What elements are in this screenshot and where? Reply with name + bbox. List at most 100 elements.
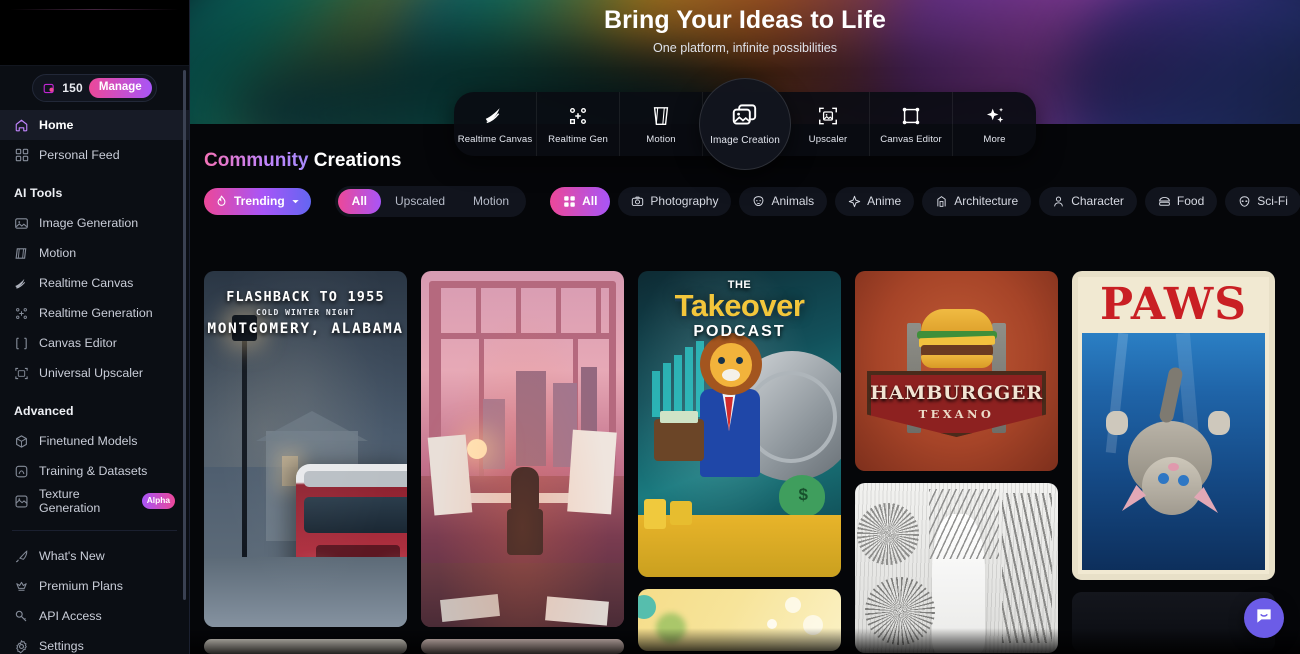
- category-architecture[interactable]: Architecture: [922, 187, 1032, 216]
- gallery-column: HAMBURGGER TEXANO: [855, 271, 1058, 654]
- gallery-column: [421, 271, 624, 654]
- sidebar-item-label: Home: [39, 118, 74, 132]
- category-photography[interactable]: Photography: [618, 187, 732, 216]
- card-montgomery-bus[interactable]: FLASHBACK TO 1955 COLD WINTER NIGHT MONT…: [204, 271, 407, 627]
- card-caption-line: PODCAST: [693, 322, 786, 340]
- card-caption-line: COLD WINTER NIGHT: [256, 308, 355, 317]
- sidebar-top-accent-line: [10, 9, 179, 10]
- category-all[interactable]: All: [550, 187, 611, 216]
- brush-icon: [14, 276, 29, 291]
- tool-label: Motion: [646, 134, 676, 145]
- card-paws-poster[interactable]: PAWS: [1072, 271, 1275, 580]
- sidebar-item-realtime-generation[interactable]: Realtime Generation: [0, 298, 189, 328]
- tool-canvas-editor[interactable]: Canvas Editor: [870, 92, 953, 156]
- cube-icon: [14, 434, 29, 449]
- tool-label: More: [983, 134, 1006, 145]
- type-filter-upscaled[interactable]: Upscaled: [381, 189, 459, 214]
- realtime-gen-icon: [567, 103, 589, 129]
- category-label: Sci-Fi: [1257, 194, 1288, 208]
- anime-star-icon: [848, 195, 861, 208]
- credits-pill[interactable]: 150 Manage: [32, 73, 157, 103]
- sidebar-item-label: Premium Plans: [39, 579, 124, 593]
- home-icon: [14, 118, 29, 133]
- tool-realtime-gen[interactable]: Realtime Gen: [537, 92, 620, 156]
- sidebar-item-image-generation[interactable]: Image Generation: [0, 208, 189, 238]
- tool-label: Image Creation: [710, 135, 780, 146]
- community-gallery[interactable]: FLASHBACK TO 1955 COLD WINTER NIGHT MONT…: [204, 271, 1300, 654]
- type-filter-motion[interactable]: Motion: [459, 189, 523, 214]
- grid-icon: [14, 148, 29, 163]
- sidebar-item-whats-new[interactable]: What's New: [0, 541, 189, 571]
- sidebar-item-home[interactable]: Home: [0, 110, 189, 140]
- card-caption-line: TEXANO: [918, 407, 995, 421]
- card-night-sky[interactable]: [204, 638, 407, 654]
- dataset-icon: [14, 464, 29, 479]
- sidebar-item-motion[interactable]: Motion: [0, 238, 189, 268]
- upscale-icon: [14, 366, 29, 381]
- type-filter-group: All Upscaled Motion: [334, 186, 527, 217]
- sidebar-scroll-area[interactable]: Home Personal Feed AI Tools Image Genera…: [0, 110, 189, 654]
- tool-motion[interactable]: Motion: [620, 92, 703, 156]
- category-anime[interactable]: Anime: [835, 187, 915, 216]
- sort-dropdown-trending[interactable]: Trending: [204, 188, 311, 215]
- card-red-curtain[interactable]: [421, 638, 624, 654]
- tool-switcher: Realtime Canvas Realtime Gen Motion Imag…: [454, 78, 1036, 170]
- sidebar-item-api-access[interactable]: API Access: [0, 601, 189, 631]
- tool-image-creation[interactable]: Image Creation: [699, 78, 791, 170]
- tool-realtime-canvas[interactable]: Realtime Canvas: [454, 92, 537, 156]
- sidebar-item-texture-generation[interactable]: Texture Generation Alpha: [0, 486, 189, 516]
- sidebar-item-label: Realtime Canvas: [39, 276, 134, 290]
- category-label: All: [582, 194, 598, 208]
- sidebar-item-label: Motion: [39, 246, 77, 260]
- food-icon: [1158, 195, 1171, 208]
- sidebar-item-label: Texture Generation: [39, 487, 101, 515]
- category-label: Anime: [867, 194, 902, 208]
- sidebar-item-finetuned-models[interactable]: Finetuned Models: [0, 426, 189, 456]
- tool-upscaler[interactable]: Upscaler: [787, 92, 870, 156]
- card-hamburgger-texano[interactable]: HAMBURGGER TEXANO: [855, 271, 1058, 471]
- intercom-launcher-button[interactable]: [1244, 598, 1284, 638]
- sidebar-item-universal-upscaler[interactable]: Universal Upscaler: [0, 358, 189, 388]
- sidebar-logo-block[interactable]: [0, 0, 189, 66]
- category-label: Photography: [650, 194, 719, 208]
- card-yellow-bokeh[interactable]: [638, 589, 841, 651]
- category-character[interactable]: Character: [1039, 187, 1137, 216]
- card-takeover-podcast[interactable]: $ THE Takeover PODCAST: [638, 271, 841, 577]
- realtime-canvas-icon: [484, 103, 506, 129]
- manage-credits-button[interactable]: Manage: [88, 77, 152, 99]
- category-animals[interactable]: Animals: [739, 187, 828, 216]
- card-artwork: [421, 271, 624, 627]
- flame-icon: [215, 194, 228, 208]
- sidebar-item-settings[interactable]: Settings: [0, 631, 189, 654]
- tool-switcher-wrap: Realtime Canvas Realtime Gen Motion Imag…: [190, 78, 1300, 170]
- app-root: 150 Manage Home Personal Feed AI Tools I…: [0, 0, 1300, 654]
- frame-icon: [14, 336, 29, 351]
- sidebar-item-premium-plans[interactable]: Premium Plans: [0, 571, 189, 601]
- category-food[interactable]: Food: [1144, 187, 1218, 216]
- sidebar-scrollbar[interactable]: [183, 70, 186, 600]
- motion-film-icon: [650, 103, 672, 129]
- category-sci-fi[interactable]: Sci-Fi: [1225, 187, 1300, 216]
- card-jungle-sketch[interactable]: [855, 483, 1058, 653]
- sidebar-item-label: Personal Feed: [39, 148, 120, 162]
- card-pink-studio-window[interactable]: [421, 271, 624, 627]
- card-caption-line: Takeover: [674, 288, 805, 323]
- sidebar-item-canvas-editor[interactable]: Canvas Editor: [0, 328, 189, 358]
- main-content: Bring Your Ideas to Life One platform, i…: [190, 0, 1300, 654]
- hero-subtitle: One platform, infinite possibilities: [652, 41, 838, 55]
- card-caption-line: HAMBURGGER: [870, 382, 1043, 404]
- motion-icon: [14, 246, 29, 261]
- tool-more[interactable]: More: [953, 92, 1036, 156]
- hero-text-block: Bring Your Ideas to Life One platform, i…: [190, 6, 1300, 55]
- sidebar-item-personal-feed[interactable]: Personal Feed: [0, 140, 189, 170]
- sidebar-item-training-datasets[interactable]: Training & Datasets: [0, 456, 189, 486]
- category-label: Food: [1176, 194, 1205, 208]
- card-caption-block: PAWS: [1072, 283, 1275, 327]
- intercom-chat-icon: [1254, 606, 1274, 631]
- sidebar-item-realtime-canvas[interactable]: Realtime Canvas: [0, 268, 189, 298]
- card-caption-line: MONTGOMERY, ALABAMA: [207, 321, 404, 337]
- image-icon: [14, 216, 29, 231]
- category-label: Architecture: [954, 194, 1019, 208]
- image-creation-icon: [730, 102, 760, 128]
- type-filter-all[interactable]: All: [337, 189, 382, 214]
